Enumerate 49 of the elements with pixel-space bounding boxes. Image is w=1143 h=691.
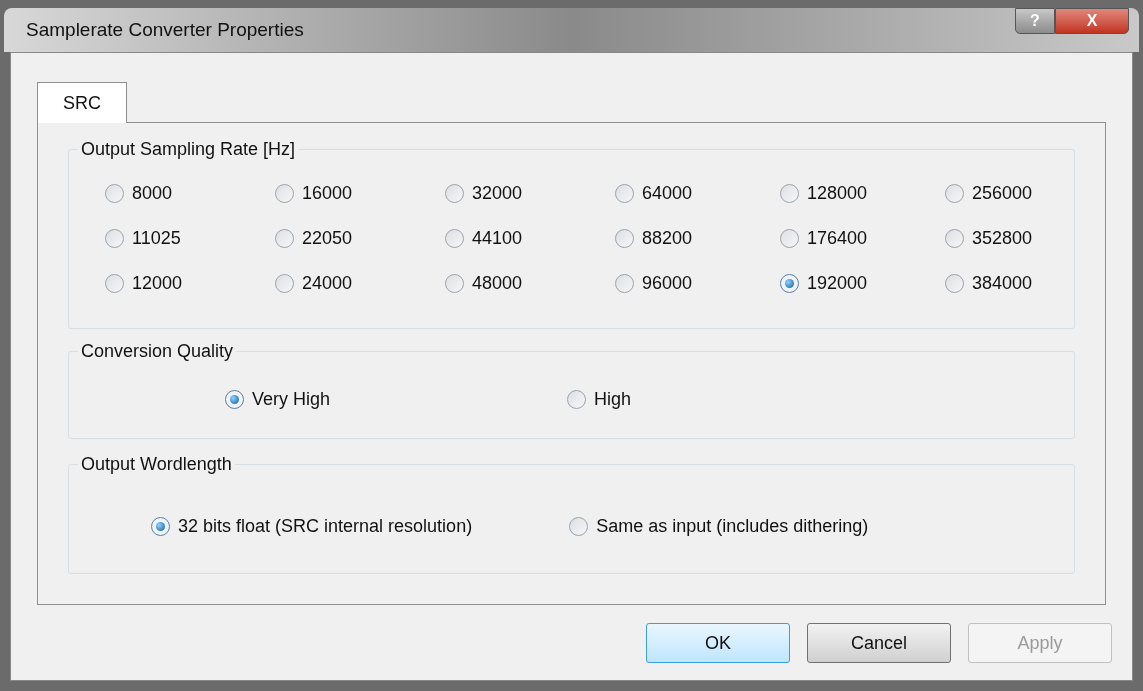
radio-label: 44100	[472, 227, 523, 250]
radio-button[interactable]	[945, 274, 964, 293]
radio-button[interactable]	[615, 229, 634, 248]
radio-button[interactable]	[615, 274, 634, 293]
radio-button[interactable]	[445, 274, 464, 293]
radio-button[interactable]	[275, 229, 294, 248]
radio-label: 64000	[642, 182, 693, 205]
radio-label: 128000	[807, 182, 868, 205]
radio-label: 12000	[132, 272, 183, 295]
radio-label: 256000	[972, 182, 1033, 205]
radio-label: 22050	[302, 227, 353, 250]
radio-button[interactable]	[780, 184, 799, 203]
window-title: Samplerate Converter Properties	[26, 17, 304, 42]
radio-label: 192000	[807, 272, 868, 295]
radio-button[interactable]	[945, 229, 964, 248]
radio-label: 88200	[642, 227, 693, 250]
radio-label: 11025	[132, 227, 181, 250]
radio-label: 32000	[472, 182, 523, 205]
radio-button[interactable]	[105, 184, 124, 203]
radio-button[interactable]	[445, 184, 464, 203]
radio-button[interactable]	[945, 184, 964, 203]
radio-label: 48000	[472, 272, 523, 295]
radio-button[interactable]	[275, 274, 294, 293]
radio-button[interactable]	[105, 274, 124, 293]
radio-label: Same as input (includes dithering)	[596, 515, 869, 538]
dialog-button[interactable]: OK	[646, 623, 790, 663]
radio-button[interactable]	[567, 390, 587, 409]
radio-button[interactable]	[615, 184, 634, 203]
radio-label: 176400	[807, 227, 868, 250]
radio-button[interactable]	[569, 517, 589, 536]
radio-button[interactable]	[275, 184, 294, 203]
radio-label: 8000	[132, 182, 173, 205]
radio-button[interactable]	[445, 229, 464, 248]
radio-label: Very High	[252, 388, 331, 411]
radio-button[interactable]	[105, 229, 124, 248]
radio-label: 96000	[642, 272, 693, 295]
radio-button[interactable]	[780, 229, 799, 248]
radio-label: 352800	[972, 227, 1033, 250]
radio-label: 24000	[302, 272, 353, 295]
radio-button[interactable]	[225, 390, 244, 409]
close-button[interactable]: X	[1055, 8, 1129, 34]
radio-label: 16000	[302, 182, 353, 205]
radio-button[interactable]	[780, 274, 799, 293]
tab[interactable]: SRC	[37, 82, 127, 123]
radio-label: 32 bits float (SRC internal resolution)	[178, 515, 473, 538]
dialog-button[interactable]: Cancel	[807, 623, 951, 663]
radio-label: 384000	[972, 272, 1033, 295]
radio-button[interactable]	[151, 517, 170, 536]
radio-label: High	[594, 388, 632, 411]
